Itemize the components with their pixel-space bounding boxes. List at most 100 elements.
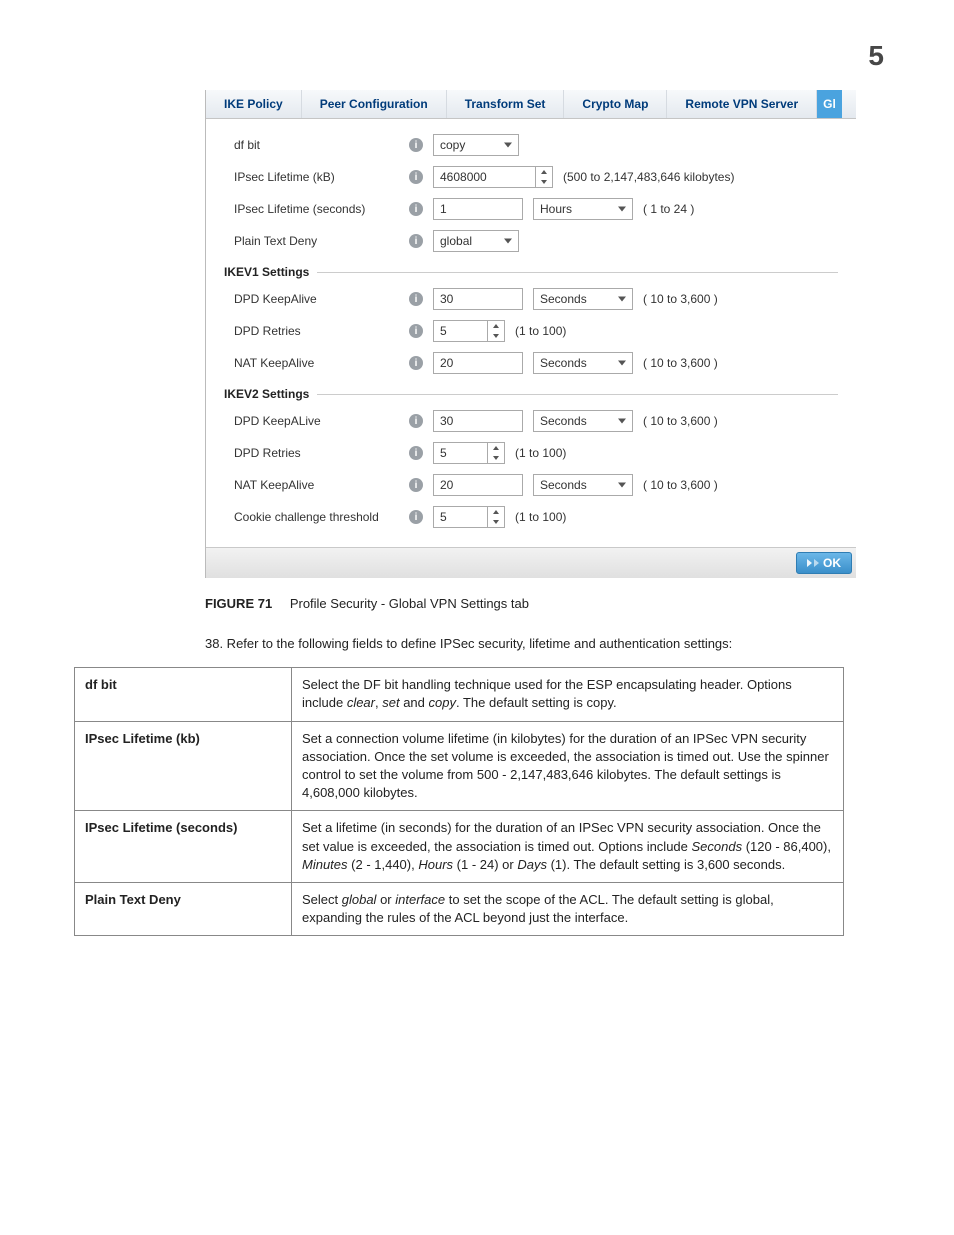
select-df-bit[interactable]: copy <box>433 134 519 156</box>
cell-desc: Select global or interface to set the sc… <box>292 882 844 935</box>
input-ikev1-dpd-keepalive[interactable]: 30 <box>433 288 523 310</box>
select-unit[interactable]: Seconds <box>533 288 633 310</box>
page-number: 5 <box>60 40 884 72</box>
label: DPD KeepALive <box>224 414 409 428</box>
spinner-ikev1-dpd-retries[interactable]: 5 <box>433 320 505 342</box>
label-ipsec-lifetime-sec: IPsec Lifetime (seconds) <box>224 202 409 216</box>
select-unit[interactable]: Seconds <box>533 474 633 496</box>
hint-ipsec-lifetime-sec: ( 1 to 24 ) <box>643 202 694 216</box>
hint: ( 10 to 3,600 ) <box>643 414 718 428</box>
info-icon[interactable]: i <box>409 138 423 152</box>
spinner-down-icon[interactable] <box>488 517 504 527</box>
cell-desc: Set a lifetime (in seconds) for the dura… <box>292 811 844 883</box>
select-plain-text-deny[interactable]: global <box>433 230 519 252</box>
figure-text: Profile Security - Global VPN Settings t… <box>290 596 529 611</box>
row-ipsec-lifetime-kb: IPsec Lifetime (kB) i 4608000 (500 to 2,… <box>224 161 838 193</box>
info-icon[interactable]: i <box>409 202 423 216</box>
label: DPD KeepAlive <box>224 292 409 306</box>
spinner-up-icon[interactable] <box>488 443 504 453</box>
info-icon[interactable]: i <box>409 478 423 492</box>
input-value: 30 <box>440 414 453 428</box>
tab-transform-set[interactable]: Transform Set <box>447 90 565 118</box>
cell-name: IPsec Lifetime (kb) <box>75 721 292 811</box>
row-ikev1-dpd-keepalive: DPD KeepAlive i 30 Seconds ( 10 to 3,600… <box>224 283 838 315</box>
select-value: Seconds <box>540 478 587 492</box>
spinner-down-icon[interactable] <box>488 331 504 341</box>
label-plain-text-deny: Plain Text Deny <box>224 234 409 248</box>
section-ikev2: IKEV2 Settings <box>224 387 838 401</box>
input-value: 30 <box>440 292 453 306</box>
row-ikev1-nat-keepalive: NAT KeepAlive i 20 Seconds ( 10 to 3,600… <box>224 347 838 379</box>
spinner-ipsec-lifetime-kb[interactable]: 4608000 <box>433 166 553 188</box>
select-unit[interactable]: Seconds <box>533 352 633 374</box>
spinner-cookie-challenge[interactable]: 5 <box>433 506 505 528</box>
spinner-up-icon[interactable] <box>488 507 504 517</box>
section-title: IKEV1 Settings <box>224 265 309 279</box>
row-df-bit: df bit i copy <box>224 129 838 161</box>
chevron-down-icon <box>618 419 626 424</box>
select-value: Seconds <box>540 414 587 428</box>
section-ikev1: IKEV1 Settings <box>224 265 838 279</box>
row-ikev2-nat-keepalive: NAT KeepAlive i 20 Seconds ( 10 to 3,600… <box>224 469 838 501</box>
figure-caption: FIGURE 71 Profile Security - Global VPN … <box>205 596 894 611</box>
spinner-value: 4608000 <box>440 170 487 184</box>
spinner-up-icon[interactable] <box>536 167 552 177</box>
chevron-down-icon <box>504 143 512 148</box>
chevron-right-icon <box>814 556 819 570</box>
cell-desc: Set a connection volume lifetime (in kil… <box>292 721 844 811</box>
select-lifetime-unit[interactable]: Hours <box>533 198 633 220</box>
label: DPD Retries <box>224 446 409 460</box>
settings-panel: IKE Policy Peer Configuration Transform … <box>205 90 856 578</box>
tab-remote-vpn-server[interactable]: Remote VPN Server <box>667 90 817 118</box>
label: DPD Retries <box>224 324 409 338</box>
spinner-down-icon[interactable] <box>536 177 552 187</box>
cell-name: Plain Text Deny <box>75 882 292 935</box>
row-ikev2-dpd-keepalive: DPD KeepALive i 30 Seconds ( 10 to 3,600… <box>224 405 838 437</box>
info-icon[interactable]: i <box>409 446 423 460</box>
hint: (1 to 100) <box>515 510 566 524</box>
info-icon[interactable]: i <box>409 414 423 428</box>
input-value: 20 <box>440 356 453 370</box>
select-value: Seconds <box>540 356 587 370</box>
label: Cookie challenge threshold <box>224 510 409 524</box>
tab-bar: IKE Policy Peer Configuration Transform … <box>206 90 856 119</box>
tab-crypto-map[interactable]: Crypto Map <box>564 90 667 118</box>
info-icon[interactable]: i <box>409 170 423 184</box>
input-ikev1-nat-keepalive[interactable]: 20 <box>433 352 523 374</box>
row-ikev2-dpd-retries: DPD Retries i 5 (1 to 100) <box>224 437 838 469</box>
select-unit[interactable]: Seconds <box>533 410 633 432</box>
select-value: Seconds <box>540 292 587 306</box>
info-icon[interactable]: i <box>409 356 423 370</box>
chevron-down-icon <box>618 207 626 212</box>
spinner-down-icon[interactable] <box>488 453 504 463</box>
hint-ipsec-lifetime-kb: (500 to 2,147,483,646 kilobytes) <box>563 170 734 184</box>
select-value: Hours <box>540 202 572 216</box>
spinner-value: 5 <box>440 510 447 524</box>
table-row: IPsec Lifetime (kb) Set a connection vol… <box>75 721 844 811</box>
ok-label: OK <box>823 556 841 570</box>
tab-peer-configuration[interactable]: Peer Configuration <box>302 90 447 118</box>
tab-ike-policy[interactable]: IKE Policy <box>206 90 302 118</box>
chevron-down-icon <box>618 361 626 366</box>
spinner-value: 5 <box>440 446 447 460</box>
info-icon[interactable]: i <box>409 510 423 524</box>
input-ipsec-lifetime-sec[interactable]: 1 <box>433 198 523 220</box>
spinner-up-icon[interactable] <box>488 321 504 331</box>
footer-bar: OK <box>206 547 856 578</box>
row-ipsec-lifetime-sec: IPsec Lifetime (seconds) i 1 Hours ( 1 t… <box>224 193 838 225</box>
ok-button[interactable]: OK <box>796 552 852 574</box>
info-icon[interactable]: i <box>409 234 423 248</box>
info-icon[interactable]: i <box>409 324 423 338</box>
input-ikev2-dpd-keepalive[interactable]: 30 <box>433 410 523 432</box>
row-plain-text-deny: Plain Text Deny i global <box>224 225 838 257</box>
spinner-ikev2-dpd-retries[interactable]: 5 <box>433 442 505 464</box>
hint: (1 to 100) <box>515 324 566 338</box>
info-icon[interactable]: i <box>409 292 423 306</box>
table-row: df bit Select the DF bit handling techni… <box>75 668 844 721</box>
chevron-right-icon <box>807 556 810 570</box>
input-value: 1 <box>440 202 447 216</box>
tab-partial[interactable]: Gl <box>817 90 842 118</box>
hint: ( 10 to 3,600 ) <box>643 478 718 492</box>
chevron-down-icon <box>504 239 512 244</box>
input-ikev2-nat-keepalive[interactable]: 20 <box>433 474 523 496</box>
